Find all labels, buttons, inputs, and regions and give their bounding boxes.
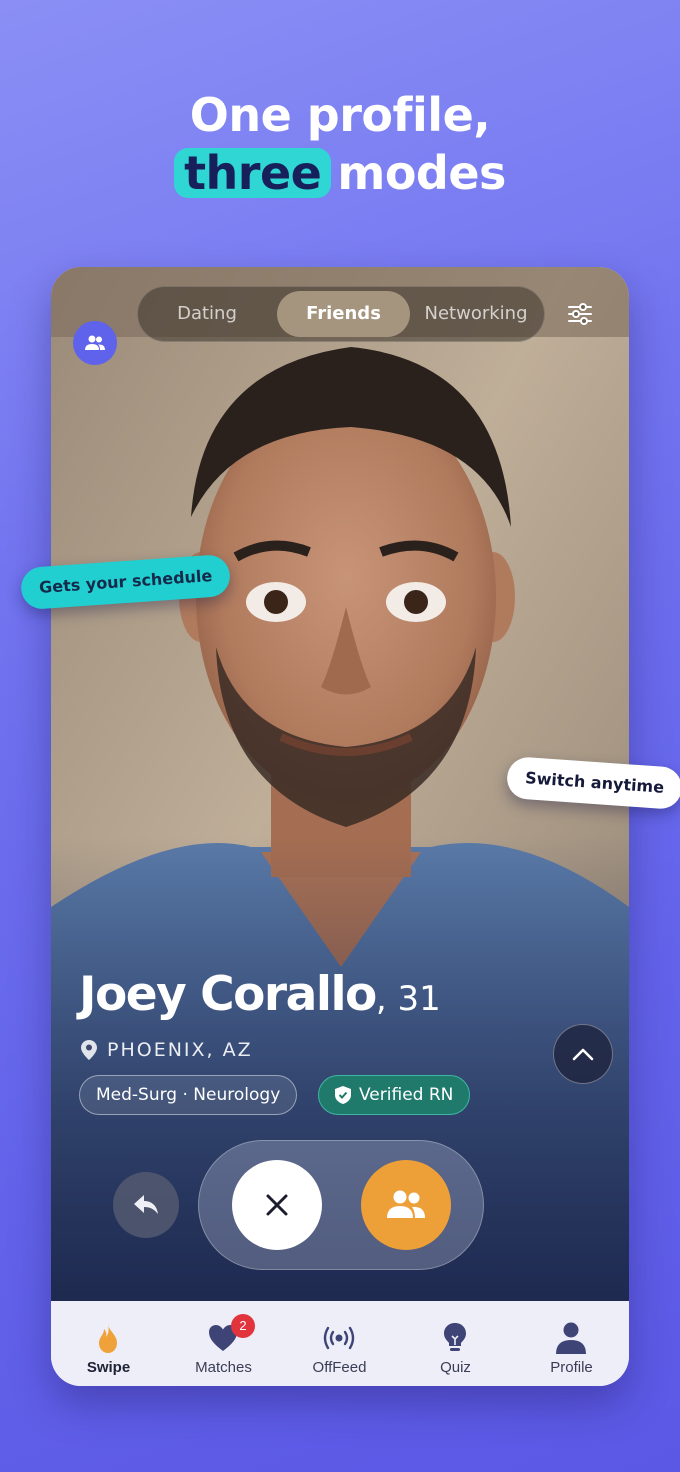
mode-switcher: Dating Friends Networking — [137, 286, 545, 342]
profile-age: , 31 — [375, 979, 441, 1019]
verified-chip: Verified RN — [318, 1075, 471, 1115]
mode-dating[interactable]: Dating — [146, 291, 268, 337]
close-icon — [266, 1194, 288, 1216]
friends-icon — [387, 1190, 425, 1218]
shield-check-icon — [335, 1086, 351, 1104]
friends-mode-icon — [73, 321, 117, 365]
headline-highlight: three — [174, 148, 332, 198]
tab-label: Matches — [195, 1359, 252, 1376]
chevron-up-icon — [572, 1048, 594, 1061]
broadcast-icon — [323, 1326, 355, 1350]
flame-icon — [99, 1323, 117, 1353]
tab-label: Quiz — [440, 1359, 471, 1376]
tab-label: Swipe — [86, 1359, 131, 1376]
profile-name-row: Joey Corallo, 31 — [79, 967, 441, 1022]
person-icon — [556, 1322, 586, 1354]
filter-icon[interactable] — [565, 299, 595, 329]
headline-line-1: One profile, — [189, 88, 491, 142]
mode-networking[interactable]: Networking — [410, 291, 542, 337]
phone-screen: Dating Friends Networking Joey Corallo, … — [51, 267, 629, 1386]
tab-swipe[interactable]: Swipe — [51, 1301, 166, 1386]
tab-label: OffFeed — [312, 1359, 367, 1376]
pass-button[interactable] — [232, 1160, 322, 1250]
lightbulb-icon — [444, 1323, 466, 1351]
tab-quiz[interactable]: Quiz — [398, 1301, 513, 1386]
headline: One profile, three modes — [0, 86, 680, 202]
location-pin-icon — [81, 1040, 97, 1060]
verified-label: Verified RN — [359, 1085, 454, 1105]
profile-location: PHOENIX, AZ — [81, 1039, 253, 1061]
tab-matches[interactable]: 2 Matches — [166, 1301, 281, 1386]
headline-line-2: three modes — [0, 144, 680, 202]
undo-arrow-icon — [134, 1195, 158, 1214]
location-text: PHOENIX, AZ — [107, 1039, 253, 1061]
headline-line-2-rest: modes — [337, 146, 506, 200]
tab-profile[interactable]: Profile — [514, 1301, 629, 1386]
specialty-chip: Med-Surg · Neurology — [79, 1075, 298, 1115]
friend-request-button[interactable] — [361, 1160, 451, 1250]
undo-button[interactable] — [113, 1172, 179, 1238]
bottom-tab-bar: Swipe 2 Matches OffFeed Quiz Profile — [51, 1301, 629, 1386]
expand-profile-button[interactable] — [553, 1024, 613, 1084]
matches-badge: 2 — [231, 1314, 255, 1338]
tab-offfeed[interactable]: OffFeed — [282, 1301, 397, 1386]
mode-friends[interactable]: Friends — [277, 291, 410, 337]
tab-label: Profile — [550, 1359, 593, 1376]
profile-name: Joey Corallo — [79, 967, 377, 1022]
